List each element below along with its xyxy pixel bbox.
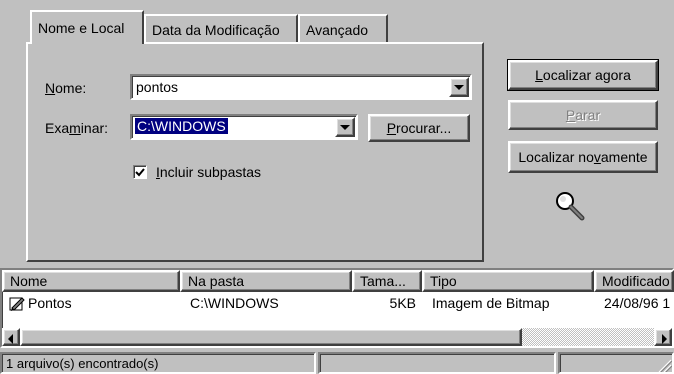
row-tamanho: 5KB <box>389 295 416 311</box>
scroll-left-button[interactable] <box>2 328 20 346</box>
status-pane-2 <box>318 352 556 374</box>
parar-button[interactable]: Parar <box>508 100 658 130</box>
tab-data-da-modificacao[interactable]: Data da Modificação <box>144 14 298 44</box>
procurar-label: Procurar... <box>386 120 452 136</box>
resize-grip-icon[interactable] <box>656 358 672 372</box>
scroll-thumb[interactable] <box>20 328 522 346</box>
localizar-novamente-label: Localizar novamente <box>518 149 648 165</box>
status-pane-main: 1 arquivo(s) encontrado(s) <box>0 352 316 374</box>
results-list[interactable]: Nome Na pasta Tama... Tipo Modificado Po… <box>0 268 674 348</box>
localizar-novamente-button[interactable]: Localizar novamente <box>508 141 658 173</box>
table-row[interactable]: Pontos C:\WINDOWS 5KB Imagem de Bitmap 2… <box>2 292 672 316</box>
magnifier-icon <box>556 192 585 221</box>
incluir-subpastas-label[interactable]: Incluir subpastas <box>156 164 261 180</box>
localizar-agora-button[interactable]: Localizar agora <box>507 59 659 91</box>
localizar-agora-label: Localizar agora <box>535 67 631 83</box>
scroll-right-button[interactable] <box>654 328 672 346</box>
tab-avancado[interactable]: Avançado <box>298 14 388 44</box>
chevron-down-icon <box>340 124 350 130</box>
nome-input[interactable]: pontos <box>136 79 178 95</box>
tab-nome-e-local[interactable]: Nome e Local <box>30 10 144 44</box>
examinar-label: Examinar: <box>45 120 109 136</box>
chevron-down-icon <box>454 84 464 90</box>
nome-dropdown-button[interactable] <box>449 77 469 97</box>
row-tipo: Imagem de Bitmap <box>432 295 550 311</box>
column-header-nome[interactable]: Nome <box>2 270 180 292</box>
column-header-modificado[interactable]: Modificado <box>594 270 674 292</box>
incluir-subpastas-checkbox[interactable] <box>133 165 147 179</box>
examinar-dropdown-button[interactable] <box>335 117 355 137</box>
tab-label: Data da Modificação <box>152 22 280 38</box>
row-pasta: C:\WINDOWS <box>190 295 279 311</box>
parar-label: Parar <box>565 107 601 123</box>
horizontal-scrollbar[interactable] <box>2 328 672 346</box>
column-header-na-pasta[interactable]: Na pasta <box>180 270 352 292</box>
examinar-combo[interactable]: C:\WINDOWS <box>130 114 358 140</box>
tab-label: Avançado <box>306 22 369 38</box>
column-header-tipo[interactable]: Tipo <box>422 270 594 292</box>
examinar-input[interactable]: C:\WINDOWS <box>135 118 228 134</box>
nome-combo[interactable]: pontos <box>130 74 472 100</box>
column-header-tamanho[interactable]: Tama... <box>352 270 422 292</box>
arrow-right-icon <box>662 334 667 344</box>
bitmap-file-icon <box>9 297 25 311</box>
row-modificado: 24/08/96 1 <box>604 295 671 311</box>
checkmark-icon <box>135 168 145 177</box>
tab-label: Nome e Local <box>38 20 125 36</box>
row-nome: Pontos <box>28 295 72 311</box>
procurar-button[interactable]: Procurar... <box>368 114 470 142</box>
arrow-left-icon <box>8 334 13 344</box>
nome-label: Nome: <box>45 80 87 96</box>
